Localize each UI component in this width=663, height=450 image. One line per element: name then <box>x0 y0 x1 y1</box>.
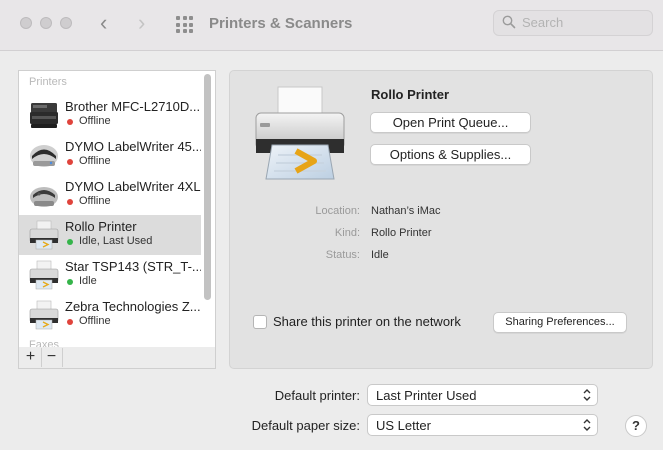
printer-name: Zebra Technologies Z... <box>65 299 201 314</box>
printer-icon <box>29 220 59 250</box>
printer-icon <box>29 300 59 330</box>
default-printer-select[interactable]: Last Printer Used <box>367 384 598 406</box>
minimize-window-button[interactable] <box>40 17 52 29</box>
label-printer-icon <box>30 187 58 207</box>
printer-row-star[interactable]: Star TSP143 (STR_T-... Idle <box>19 255 201 295</box>
open-print-queue-button[interactable]: Open Print Queue... <box>370 112 531 133</box>
printer-large-icon <box>255 86 345 180</box>
status-label: Status: <box>325 249 360 261</box>
share-printer-label[interactable]: Share this printer on the network <box>273 314 461 329</box>
printer-name: Rollo Printer <box>65 219 137 234</box>
default-paper-size-label: Default paper size: <box>251 418 360 433</box>
printer-icon <box>29 260 59 290</box>
list-toolbar: + − <box>18 347 216 369</box>
search-input[interactable] <box>522 15 642 30</box>
chevron-up-down-icon <box>583 389 591 401</box>
printer-status: Idle <box>79 275 97 287</box>
label-printer-icon <box>30 145 58 167</box>
selected-printer-name: Rollo Printer <box>371 87 450 102</box>
default-printer-value: Last Printer Used <box>376 388 477 403</box>
remove-printer-button[interactable]: − <box>41 348 63 367</box>
forward-arrow-icon[interactable]: › <box>138 12 145 34</box>
search-icon <box>502 15 516 29</box>
kind-label: Kind: <box>334 227 360 239</box>
chevron-up-down-icon <box>583 419 591 431</box>
printer-detail-panel: Rollo Printer Open Print Queue... Option… <box>229 70 653 369</box>
printer-status: Offline <box>79 195 111 207</box>
sharing-preferences-button[interactable]: Sharing Preferences... <box>493 312 627 333</box>
printer-row-rollo[interactable]: Rollo Printer Idle, Last Used <box>19 215 201 255</box>
printer-name: DYMO LabelWriter 45... <box>65 139 201 154</box>
status-dot <box>67 199 73 205</box>
window-title: Printers & Scanners <box>209 15 353 32</box>
printer-status: Idle, Last Used <box>79 235 153 247</box>
show-all-grid-icon[interactable] <box>176 16 193 33</box>
default-paper-size-value: US Letter <box>376 418 431 433</box>
status-dot <box>67 319 73 325</box>
location-label: Location: <box>315 205 360 217</box>
multifunction-printer-icon <box>30 103 58 128</box>
title-bar: ‹ › Printers & Scanners <box>0 0 663 51</box>
printer-row-dymo-4xl[interactable]: DYMO LabelWriter 4XL Offline <box>19 175 201 215</box>
search-field[interactable] <box>493 10 653 36</box>
close-window-button[interactable] <box>20 17 32 29</box>
location-value: Nathan’s iMac <box>371 205 441 217</box>
status-value: Idle <box>371 249 389 261</box>
printer-name: Brother MFC-L2710D... <box>65 99 201 114</box>
kind-value: Rollo Printer <box>371 227 432 239</box>
printer-row-dymo-45[interactable]: DYMO LabelWriter 45... Offline <box>19 135 201 175</box>
status-dot <box>67 119 73 125</box>
zoom-window-button[interactable] <box>60 17 72 29</box>
printer-status: Offline <box>79 115 111 127</box>
share-printer-checkbox[interactable] <box>253 315 267 329</box>
printer-row-brother[interactable]: Brother MFC-L2710D... Offline <box>19 95 201 135</box>
section-printers-label: Printers <box>29 76 67 88</box>
list-scrollbar[interactable] <box>204 74 211 300</box>
default-printer-label: Default printer: <box>274 388 360 403</box>
printer-name: Star TSP143 (STR_T-... <box>65 259 201 274</box>
add-printer-button[interactable]: + <box>20 348 42 367</box>
default-paper-size-select[interactable]: US Letter <box>367 414 598 436</box>
printer-list: Printers Brother MFC-L2710D... Offline D… <box>18 70 216 348</box>
help-button[interactable]: ? <box>625 415 647 437</box>
status-dot <box>67 239 73 245</box>
back-arrow-icon[interactable]: ‹ <box>100 12 107 34</box>
status-dot <box>67 279 73 285</box>
status-dot <box>67 159 73 165</box>
printer-status: Offline <box>79 155 111 167</box>
printer-status: Offline <box>79 315 111 327</box>
printer-name: DYMO LabelWriter 4XL <box>65 179 201 194</box>
options-supplies-button[interactable]: Options & Supplies... <box>370 144 531 165</box>
printer-row-zebra[interactable]: Zebra Technologies Z... Offline <box>19 295 201 335</box>
